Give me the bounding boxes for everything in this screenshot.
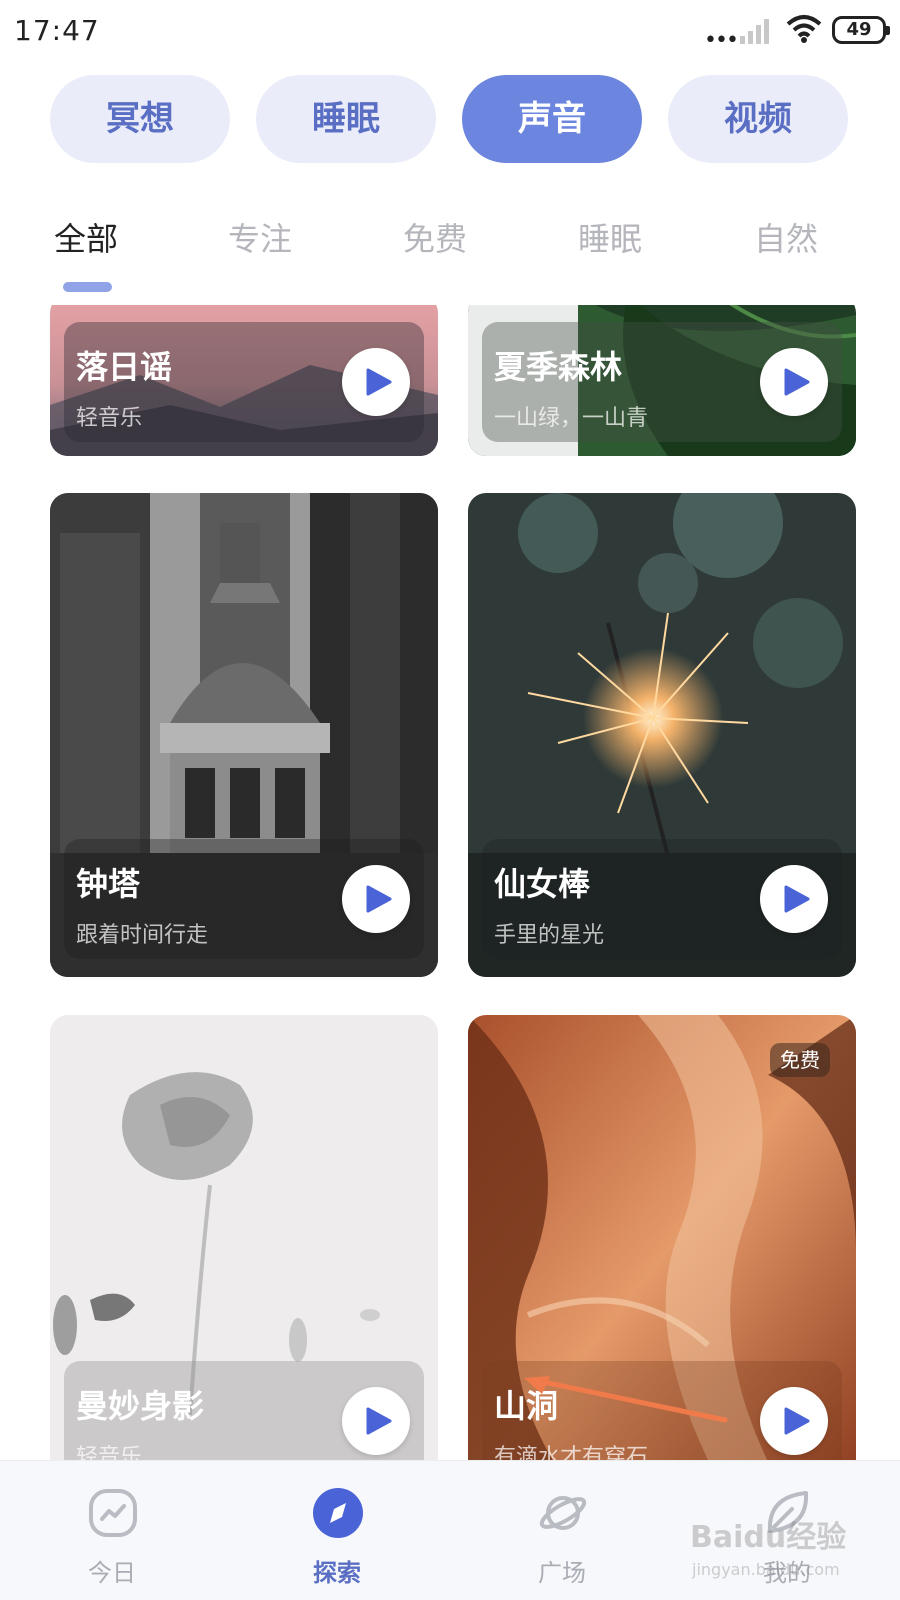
card-title: 钟塔 xyxy=(76,865,141,903)
play-button[interactable] xyxy=(760,865,828,933)
play-icon xyxy=(366,1407,392,1435)
play-button[interactable] xyxy=(342,1387,410,1455)
play-icon xyxy=(366,885,392,913)
play-icon xyxy=(784,368,810,396)
play-button[interactable] xyxy=(342,865,410,933)
sound-feed[interactable]: 落日谣 轻音乐 夏季森林 一山绿，一山青 钟塔 跟着时间行走 仙女棒 手里的星光… xyxy=(0,305,900,1460)
card-subtitle: 手里的星光 xyxy=(494,923,605,948)
sound-card-clock-tower[interactable]: 钟塔 跟着时间行走 xyxy=(50,493,438,977)
play-button[interactable] xyxy=(760,1387,828,1455)
planet-icon xyxy=(539,1496,587,1530)
category-pill-meditation[interactable]: 冥想 xyxy=(50,75,230,163)
status-time: 17:47 xyxy=(14,14,100,47)
trend-icon xyxy=(89,1489,137,1537)
sound-card-cave[interactable]: 免费 山洞 有滴水才有穿石 xyxy=(468,1015,856,1460)
sound-card-sparkler[interactable]: 仙女棒 手里的星光 xyxy=(468,493,856,977)
card-title: 曼妙身影 xyxy=(76,1387,205,1425)
wifi-icon xyxy=(786,15,822,43)
tab-sleep[interactable]: 睡眠 xyxy=(578,214,642,260)
free-badge: 免费 xyxy=(770,1043,830,1077)
watermark-logo: Baidu经验 xyxy=(690,1520,847,1555)
category-pill-video[interactable]: 视频 xyxy=(668,75,848,163)
play-button[interactable] xyxy=(342,348,410,416)
signal-icon xyxy=(740,19,769,44)
play-icon xyxy=(784,1407,810,1435)
nav-square[interactable]: 广场 xyxy=(487,1461,637,1600)
tab-all[interactable]: 全部 xyxy=(54,214,118,260)
compass-icon xyxy=(313,1488,363,1538)
play-icon xyxy=(366,368,392,396)
tab-nature[interactable]: 自然 xyxy=(754,214,818,260)
sound-card-summer-forest[interactable]: 夏季森林 一山绿，一山青 xyxy=(468,305,856,456)
tab-free[interactable]: 免费 xyxy=(403,214,467,260)
card-subtitle: 一山绿，一山青 xyxy=(494,406,649,431)
nav-label: 广场 xyxy=(538,1559,586,1587)
nav-label: 探索 xyxy=(313,1559,361,1587)
battery-icon: 49 xyxy=(832,16,890,44)
card-title: 山洞 xyxy=(494,1387,559,1425)
nav-today[interactable]: 今日 xyxy=(37,1461,187,1600)
tab-focus[interactable]: 专注 xyxy=(228,214,292,260)
category-pill-sleep[interactable]: 睡眠 xyxy=(256,75,436,163)
card-subtitle: 跟着时间行走 xyxy=(76,923,209,948)
card-subtitle: 有滴水才有穿石 xyxy=(494,1445,649,1460)
status-bar: 17:47 ••• 49 xyxy=(0,0,900,62)
nav-explore[interactable]: 探索 xyxy=(262,1461,412,1600)
card-subtitle: 轻音乐 xyxy=(76,1445,143,1460)
tab-indicator xyxy=(63,282,112,292)
more-dots-icon: ••• xyxy=(704,28,739,53)
card-title: 仙女棒 xyxy=(494,865,591,903)
sound-card-sunset[interactable]: 落日谣 轻音乐 xyxy=(50,305,438,456)
play-button[interactable] xyxy=(760,348,828,416)
play-icon xyxy=(784,885,810,913)
card-subtitle: 轻音乐 xyxy=(76,406,143,431)
nav-label: 今日 xyxy=(88,1559,136,1587)
card-title: 夏季森林 xyxy=(494,348,623,386)
watermark-url: jingyan.baidu.com xyxy=(692,1560,840,1579)
sound-card-graceful-figure[interactable]: 曼妙身影 轻音乐 xyxy=(50,1015,438,1460)
category-pill-sound[interactable]: 声音 xyxy=(462,75,642,163)
card-title: 落日谣 xyxy=(76,348,173,386)
